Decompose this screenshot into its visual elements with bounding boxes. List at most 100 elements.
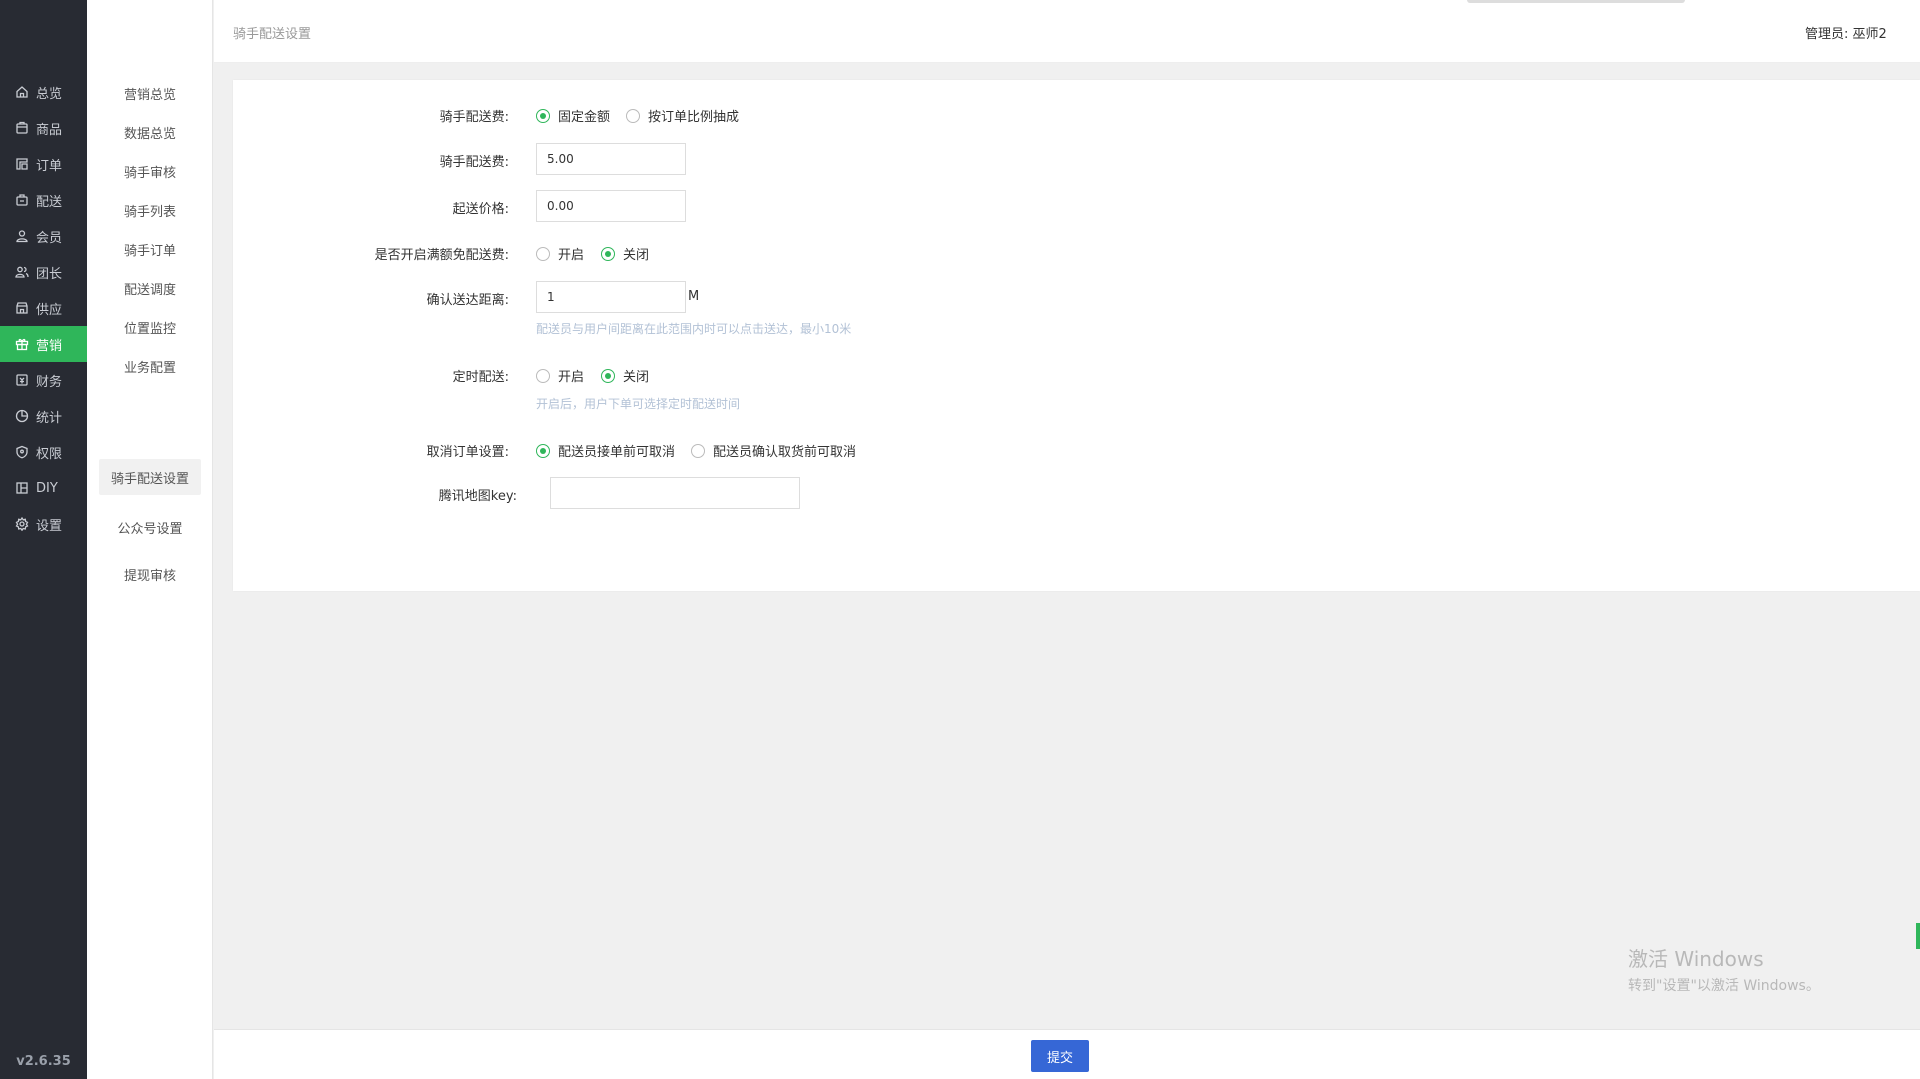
subnav-rider-orders[interactable]: 骑手订单 (99, 231, 201, 267)
nav-item-label: DIY (36, 480, 58, 496)
subnav-location-monitor[interactable]: 位置监控 (99, 309, 201, 345)
fee-amount-input[interactable] (536, 143, 686, 175)
nav-item-settings[interactable]: 设置 (0, 506, 87, 542)
scheduled-delivery-hint: 开启后，用户下单可选择定时配送时间 (536, 397, 741, 411)
radio-dot (691, 443, 705, 458)
radio-label: 按订单比例抽成 (648, 110, 740, 125)
order-icon (15, 157, 29, 171)
cancel-setting-label: 取消订单设置: (426, 445, 509, 460)
scheduled-off-radio[interactable]: 关闭 (601, 366, 649, 385)
subnav-rider-delivery-settings[interactable]: 骑手配送设置 (99, 459, 201, 495)
subnav-official-account-settings[interactable]: 公众号设置 (99, 509, 201, 545)
distance-unit: M (688, 289, 700, 304)
cancel-before-pickup-radio[interactable]: 配送员确认取货前可取消 (691, 441, 856, 460)
nav-item-label: 财务 (36, 374, 63, 390)
nav-item-products[interactable]: 商品 (0, 110, 87, 146)
nav-item-label: 统计 (36, 410, 63, 426)
radio-label: 开启 (558, 248, 585, 263)
nav-item-label: 配送 (36, 194, 63, 210)
min-price-input[interactable] (536, 190, 686, 222)
confirm-distance-input[interactable] (536, 281, 686, 313)
admin-label: 管理员: (1805, 27, 1849, 42)
map-key-row: 腾讯地图key: (233, 485, 517, 505)
scheduled-on-radio[interactable]: 开启 (536, 366, 584, 385)
nav-item-label: 供应 (36, 302, 63, 318)
page-title: 骑手配送设置 (233, 27, 312, 42)
map-key-input[interactable] (550, 477, 800, 509)
nav-item-orders[interactable]: 订单 (0, 146, 87, 182)
fee-amount-label: 骑手配送费: (439, 155, 509, 170)
confirm-distance-hint: 配送员与用户间距离在此范围内时可以点击送达，最小10米 (536, 322, 852, 336)
radio-dot (536, 108, 550, 123)
subnav-data-overview[interactable]: 数据总览 (99, 114, 201, 150)
min-price-row: 起送价格: (233, 198, 509, 218)
nav-item-label: 商品 (36, 122, 63, 138)
nav-item-finance[interactable]: 财务 (0, 362, 87, 398)
min-price-label: 起送价格: (452, 202, 509, 217)
store-icon (15, 301, 29, 315)
free-shipping-on-radio[interactable]: 开启 (536, 244, 584, 263)
subnav-business-config[interactable]: 业务配置 (99, 348, 201, 384)
radio-dot (626, 108, 640, 123)
nav-item-label: 设置 (36, 518, 63, 534)
cancel-setting-row: 取消订单设置: (233, 441, 509, 461)
home-icon (15, 85, 29, 99)
cancel-before-accept-radio[interactable]: 配送员接单前可取消 (536, 441, 675, 460)
nav-item-permissions[interactable]: 权限 (0, 434, 87, 470)
subnav-rider-list[interactable]: 骑手列表 (99, 192, 201, 228)
nav-item-statistics[interactable]: 统计 (0, 398, 87, 434)
subnav-withdrawal-review[interactable]: 提现审核 (99, 556, 201, 592)
shield-icon (15, 445, 29, 459)
fee-amount-row: 骑手配送费: (233, 151, 509, 171)
map-key-label: 腾讯地图key: (438, 489, 517, 504)
radio-dot (536, 368, 550, 383)
nav-item-diy[interactable]: DIY (0, 470, 87, 506)
page-header: 骑手配送设置 管理员: 巫师2 (214, 0, 1920, 63)
subnav-dispatch[interactable]: 配送调度 (99, 270, 201, 306)
pie-chart-icon (15, 409, 29, 423)
delivery-icon (15, 193, 29, 207)
scheduled-delivery-row: 定时配送: (233, 366, 509, 386)
nav-item-overview[interactable]: 总览 (0, 74, 87, 110)
admin-info[interactable]: 管理员: 巫师2 (1805, 23, 1887, 42)
nav-item-marketing[interactable]: 营销 (0, 326, 87, 362)
radio-dot (536, 443, 550, 458)
subnav-rider-review[interactable]: 骑手审核 (99, 153, 201, 189)
fee-mode-ratio-radio[interactable]: 按订单比例抽成 (626, 106, 739, 125)
nav-item-label: 订单 (36, 158, 63, 174)
free-shipping-off-radio[interactable]: 关闭 (601, 244, 649, 263)
nav-item-label: 权限 (36, 446, 63, 462)
nav-item-supply[interactable]: 供应 (0, 290, 87, 326)
settings-form: 骑手配送费: 固定金额 按订单比例抽成 骑手配送费: 起送价格: 是否开启满额免… (233, 80, 1920, 591)
nav-item-label: 团长 (36, 266, 63, 282)
watermark-line1: 激活 Windows (1628, 947, 1764, 971)
radio-label: 配送员确认取货前可取消 (713, 445, 857, 460)
submit-button[interactable]: 提交 (1031, 1040, 1089, 1072)
radio-label: 配送员接单前可取消 (558, 445, 676, 460)
fee-mode-fixed-radio[interactable]: 固定金额 (536, 106, 610, 125)
subnav-marketing-overview[interactable]: 营销总览 (99, 75, 201, 111)
page-footer: 提交 (214, 1029, 1920, 1079)
nav-item-members[interactable]: 会员 (0, 218, 87, 254)
top-scroll-indicator (1467, 0, 1685, 3)
free-shipping-row: 是否开启满额免配送费: (233, 244, 509, 264)
gear-icon (15, 517, 29, 531)
free-shipping-label: 是否开启满额免配送费: (374, 248, 509, 263)
watermark-line2: 转到"设置"以激活 Windows。 (1628, 978, 1820, 994)
box-icon (15, 121, 29, 135)
nav-item-label: 营销 (36, 338, 63, 354)
radio-dot (536, 246, 550, 261)
fee-mode-row: 骑手配送费: (233, 106, 509, 126)
nav-item-label: 会员 (36, 230, 63, 246)
right-edge-marker (1916, 923, 1920, 949)
nav-item-label: 总览 (36, 86, 63, 102)
nav-item-team-leader[interactable]: 团长 (0, 254, 87, 290)
confirm-distance-row: 确认送达距离: (233, 289, 509, 309)
finance-icon (15, 373, 29, 387)
radio-dot (601, 368, 615, 383)
primary-sidebar: 总览 商品 订单 配送 会员 团长 供应 营销 财务 统计 权限 DIY 设置 … (0, 0, 87, 1079)
nav-item-delivery[interactable]: 配送 (0, 182, 87, 218)
secondary-sidebar: 营销总览 数据总览 骑手审核 骑手列表 骑手订单 配送调度 位置监控 业务配置 … (87, 0, 213, 1079)
scheduled-delivery-label: 定时配送: (452, 370, 509, 385)
admin-name: 巫师2 (1852, 27, 1887, 42)
